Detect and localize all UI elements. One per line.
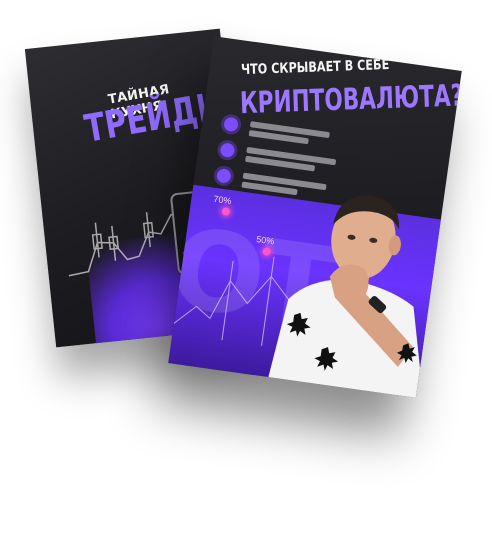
mockup-stage: ТАЙНАЯ КУХНЯ ТРЕЙДИНГА ЧТО СКРЫВАЕТ В СЕ… [0,0,492,544]
bullet-dot-icon [219,142,236,159]
bullet-dot-icon [215,168,232,184]
front-poster: ЧТО СКРЫВАЕТ В СЕБЕ КРИПТОВАЛЮТА? OT 70%… [168,36,462,398]
front-poster-subtitle: ЧТО СКРЫВАЕТ В СЕБЕ [240,56,390,79]
person-photo [265,195,425,398]
bullet-dot-icon [223,116,239,133]
front-poster-title: КРИПТОВАЛЮТА? [239,78,462,122]
